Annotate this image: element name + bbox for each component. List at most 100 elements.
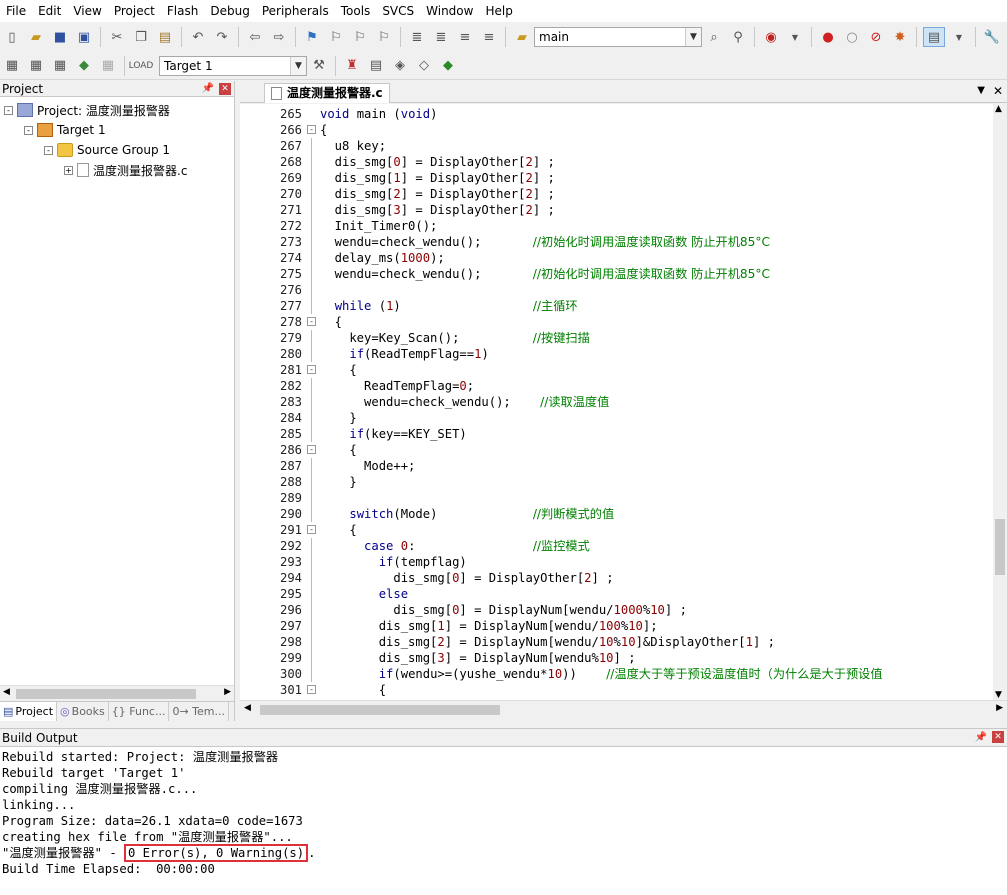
tab-books[interactable]: ◎ Books: [57, 702, 109, 721]
translate-icon[interactable]: ▦: [2, 56, 22, 76]
fold-collapse-icon[interactable]: -: [307, 365, 316, 374]
insert-breakpoint-icon[interactable]: ●: [818, 27, 838, 47]
menu-peripherals[interactable]: Peripherals: [256, 0, 335, 22]
close-icon[interactable]: ✕: [992, 731, 1004, 743]
scrollbar-thumb[interactable]: [260, 705, 500, 715]
close-icon[interactable]: ✕: [993, 84, 1003, 98]
menu-debug[interactable]: Debug: [204, 0, 255, 22]
undo-icon[interactable]: ↶: [188, 27, 208, 47]
close-icon[interactable]: ✕: [219, 83, 231, 95]
project-horizontal-scrollbar[interactable]: ◀ ▶: [0, 685, 234, 701]
clear-bookmarks-icon[interactable]: ⚐: [374, 27, 394, 47]
manage-runtime-icon[interactable]: ◇: [414, 56, 434, 76]
toolbar-separator: [811, 27, 812, 47]
pin-icon[interactable]: 📌: [975, 729, 987, 747]
target-options-icon[interactable]: ⚒: [309, 56, 329, 76]
fold-collapse-icon[interactable]: -: [307, 125, 316, 134]
menu-help[interactable]: Help: [479, 0, 518, 22]
fold-collapse-icon[interactable]: -: [307, 525, 316, 534]
paste-icon[interactable]: ▤: [155, 27, 175, 47]
scroll-up-icon[interactable]: ▲: [995, 104, 1002, 114]
nav-back-icon[interactable]: ⇦: [245, 27, 265, 47]
editor-horizontal-scrollbar[interactable]: ◀ ▶: [240, 700, 1007, 718]
debug-dropdown-icon[interactable]: ▼: [785, 27, 805, 47]
chevron-down-icon[interactable]: ▼: [977, 85, 985, 96]
manage-project-items-icon[interactable]: ▤: [366, 56, 386, 76]
find-icon[interactable]: ⌕: [704, 27, 724, 47]
menu-file[interactable]: File: [0, 0, 32, 22]
redo-icon[interactable]: ↷: [212, 27, 232, 47]
find-in-files-icon[interactable]: ▰: [512, 27, 532, 47]
menu-svcs[interactable]: SVCS: [376, 0, 420, 22]
new-file-icon[interactable]: ▯: [2, 27, 22, 47]
bookmark-icon[interactable]: ⚑: [302, 27, 322, 47]
enable-breakpoint-icon[interactable]: ○: [842, 27, 862, 47]
select-packs-icon[interactable]: ◈: [390, 56, 410, 76]
tab-source-file[interactable]: 温度测量报警器.c: [264, 83, 390, 103]
tree-item-source-file[interactable]: + 温度测量报警器.c: [64, 160, 187, 180]
tree-item-target[interactable]: - Target 1: [24, 120, 106, 140]
editor-vertical-scrollbar[interactable]: ▲ ▼: [993, 104, 1007, 700]
comment-icon[interactable]: ≡: [455, 27, 475, 47]
scrollbar-thumb[interactable]: [16, 689, 196, 699]
pack-installer-icon[interactable]: ◆: [438, 56, 458, 76]
prev-bookmark-icon[interactable]: ⚐: [326, 27, 346, 47]
menu-edit[interactable]: Edit: [32, 0, 67, 22]
scroll-right-icon[interactable]: ▶: [224, 687, 231, 697]
line-number: 266: [279, 123, 302, 137]
kill-breakpoints-icon[interactable]: ✸: [890, 27, 910, 47]
incremental-find-icon[interactable]: ⚲: [728, 27, 748, 47]
menu-project[interactable]: Project: [108, 0, 161, 22]
tab-project[interactable]: ▤ Project: [0, 702, 58, 721]
cut-icon[interactable]: ✂: [107, 27, 127, 47]
window-layout-icon[interactable]: ▤: [923, 27, 945, 47]
tree-item-project[interactable]: - Project: 温度测量报警器: [4, 100, 170, 120]
unindent-icon[interactable]: ≣: [431, 27, 451, 47]
tree-item-source-group[interactable]: - Source Group 1: [44, 140, 170, 160]
batch-build-icon[interactable]: ◆: [74, 56, 94, 76]
manage-components-icon[interactable]: ♜: [342, 56, 362, 76]
indent-icon[interactable]: ≣: [407, 27, 427, 47]
find-combo-value: main: [539, 30, 569, 44]
layout-dropdown-icon[interactable]: ▼: [949, 27, 969, 47]
scroll-left-icon[interactable]: ◀: [244, 703, 251, 713]
target-combo[interactable]: Target 1 ▼: [159, 55, 307, 76]
build-icon[interactable]: ▦: [26, 56, 46, 76]
rebuild-icon[interactable]: ▦: [50, 56, 70, 76]
menu-tools[interactable]: Tools: [335, 0, 377, 22]
line-number: 293: [279, 555, 302, 569]
save-icon[interactable]: ■: [50, 27, 70, 47]
menu-flash[interactable]: Flash: [161, 0, 204, 22]
scroll-down-icon[interactable]: ▼: [995, 690, 1002, 700]
configure-icon[interactable]: 🔧: [982, 27, 1002, 47]
collapse-icon[interactable]: -: [24, 125, 33, 135]
chevron-down-icon[interactable]: ▼: [290, 56, 306, 75]
uncomment-icon[interactable]: ≡: [479, 27, 499, 47]
code-editor[interactable]: 265 void main (void) 266-{267 u8 key; 268 d…: [240, 104, 1007, 700]
menu-window[interactable]: Window: [420, 0, 479, 22]
collapse-icon[interactable]: -: [44, 145, 53, 155]
expand-icon[interactable]: +: [64, 165, 73, 175]
pin-icon[interactable]: 📌: [202, 81, 214, 97]
stop-build-icon[interactable]: ▦: [98, 56, 118, 76]
download-icon[interactable]: LOAD: [129, 56, 154, 76]
find-combo[interactable]: main ▼: [534, 27, 702, 47]
copy-icon[interactable]: ❐: [131, 27, 151, 47]
tab-templates[interactable]: 0→ Tem...: [169, 702, 230, 721]
nav-forward-icon[interactable]: ⇨: [269, 27, 289, 47]
tab-functions[interactable]: {} Func...: [109, 702, 170, 721]
fold-collapse-icon[interactable]: -: [307, 317, 316, 326]
fold-collapse-icon[interactable]: -: [307, 685, 316, 694]
open-folder-icon[interactable]: ▰: [26, 27, 46, 47]
next-bookmark-icon[interactable]: ⚐: [350, 27, 370, 47]
collapse-icon[interactable]: -: [4, 105, 13, 115]
scrollbar-thumb[interactable]: [995, 519, 1005, 575]
chevron-down-icon[interactable]: ▼: [685, 28, 701, 46]
fold-collapse-icon[interactable]: -: [307, 445, 316, 454]
menu-view[interactable]: View: [67, 0, 107, 22]
scroll-left-icon[interactable]: ◀: [3, 687, 10, 697]
disable-breakpoints-icon[interactable]: ⊘: [866, 27, 886, 47]
scroll-right-icon[interactable]: ▶: [996, 703, 1003, 713]
save-all-icon[interactable]: ▣: [74, 27, 94, 47]
debug-session-icon[interactable]: ◉: [761, 27, 781, 47]
